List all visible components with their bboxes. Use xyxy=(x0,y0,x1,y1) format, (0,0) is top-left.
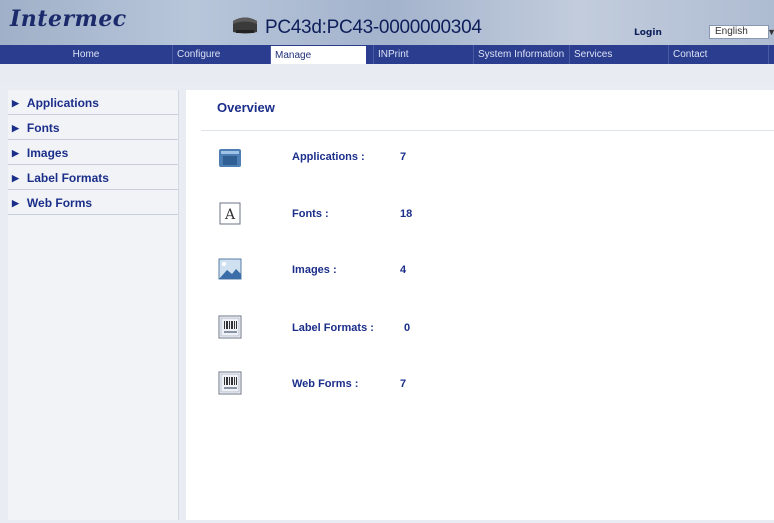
sidebar-item-applications[interactable]: ▶ Applications xyxy=(8,90,178,115)
overview-row-images: Images : 4 xyxy=(186,257,774,287)
nav-services[interactable]: Services xyxy=(569,45,665,64)
main-nav: Home Configure Manage INPrint System Inf… xyxy=(0,45,774,64)
triangle-right-icon: ▶ xyxy=(12,148,19,158)
nav-home[interactable]: Home xyxy=(0,45,172,64)
overview-label: Label Formats : xyxy=(292,322,374,334)
application-icon[interactable] xyxy=(218,146,242,170)
label-format-icon[interactable] xyxy=(218,315,242,339)
font-icon[interactable]: A xyxy=(218,201,242,225)
triangle-right-icon: ▶ xyxy=(12,173,19,183)
sidebar-item-label: Label Formats xyxy=(26,171,109,185)
overview-label: Images : xyxy=(292,264,337,276)
triangle-right-icon: ▶ xyxy=(12,98,19,108)
language-selected: English xyxy=(715,26,748,37)
triangle-right-icon: ▶ xyxy=(12,198,19,208)
nav-inprint[interactable]: INPrint xyxy=(373,45,469,64)
printer-icon xyxy=(233,17,257,34)
sub-bar xyxy=(0,64,774,82)
main-content: Overview Applications : 7 A Fonts : 18 I… xyxy=(186,90,774,520)
login-link[interactable]: Login xyxy=(634,28,662,38)
nav-divider xyxy=(768,45,774,64)
overview-row-fonts: A Fonts : 18 xyxy=(186,201,774,231)
overview-label: Web Forms : xyxy=(292,378,359,390)
chevron-down-icon: ▼ xyxy=(767,27,774,37)
divider xyxy=(201,130,774,131)
header: Intermec PC43d:PC43-0000000304 Login Eng… xyxy=(0,0,774,45)
language-select[interactable]: English ▼ xyxy=(709,25,774,39)
sidebar-item-web-forms[interactable]: ▶ Web Forms xyxy=(8,190,178,215)
overview-value: 0 xyxy=(404,322,411,334)
sidebar-item-fonts[interactable]: ▶ Fonts xyxy=(8,115,178,140)
overview-row-applications: Applications : 7 xyxy=(186,144,774,174)
device-title: PC43d:PC43-0000000304 xyxy=(265,17,482,38)
sidebar-item-label: Applications xyxy=(26,96,99,110)
nav-configure[interactable]: Configure xyxy=(172,45,268,64)
page-title: Overview xyxy=(217,100,275,115)
triangle-right-icon: ▶ xyxy=(12,123,19,133)
sidebar-item-label: Web Forms xyxy=(26,196,93,210)
overview-row-web-forms: Web Forms : 7 xyxy=(186,371,774,401)
sidebar: ▶ Applications ▶ Fonts ▶ Images ▶ Label Form… xyxy=(8,90,179,520)
sidebar-item-label-formats[interactable]: ▶ Label Formats xyxy=(8,165,178,190)
overview-value: 4 xyxy=(400,264,407,276)
web-form-icon[interactable] xyxy=(218,371,242,395)
image-icon[interactable] xyxy=(218,257,242,281)
intermec-logo[interactable]: Intermec xyxy=(10,6,127,32)
overview-label: Fonts : xyxy=(292,208,329,220)
nav-contact[interactable]: Contact xyxy=(668,45,768,64)
overview-value: 7 xyxy=(400,151,407,163)
overview-value: 18 xyxy=(400,208,413,220)
sidebar-item-label: Fonts xyxy=(26,121,60,135)
sidebar-item-label: Images xyxy=(26,146,69,160)
nav-manage[interactable]: Manage xyxy=(270,46,366,64)
nav-system-information[interactable]: System Information xyxy=(473,45,569,64)
svg-text:A: A xyxy=(224,207,236,223)
overview-label: Applications : xyxy=(292,151,365,163)
sidebar-item-images[interactable]: ▶ Images xyxy=(8,140,178,165)
overview-value: 7 xyxy=(400,378,407,390)
overview-row-label-formats: Label Formats : 0 xyxy=(186,315,774,345)
